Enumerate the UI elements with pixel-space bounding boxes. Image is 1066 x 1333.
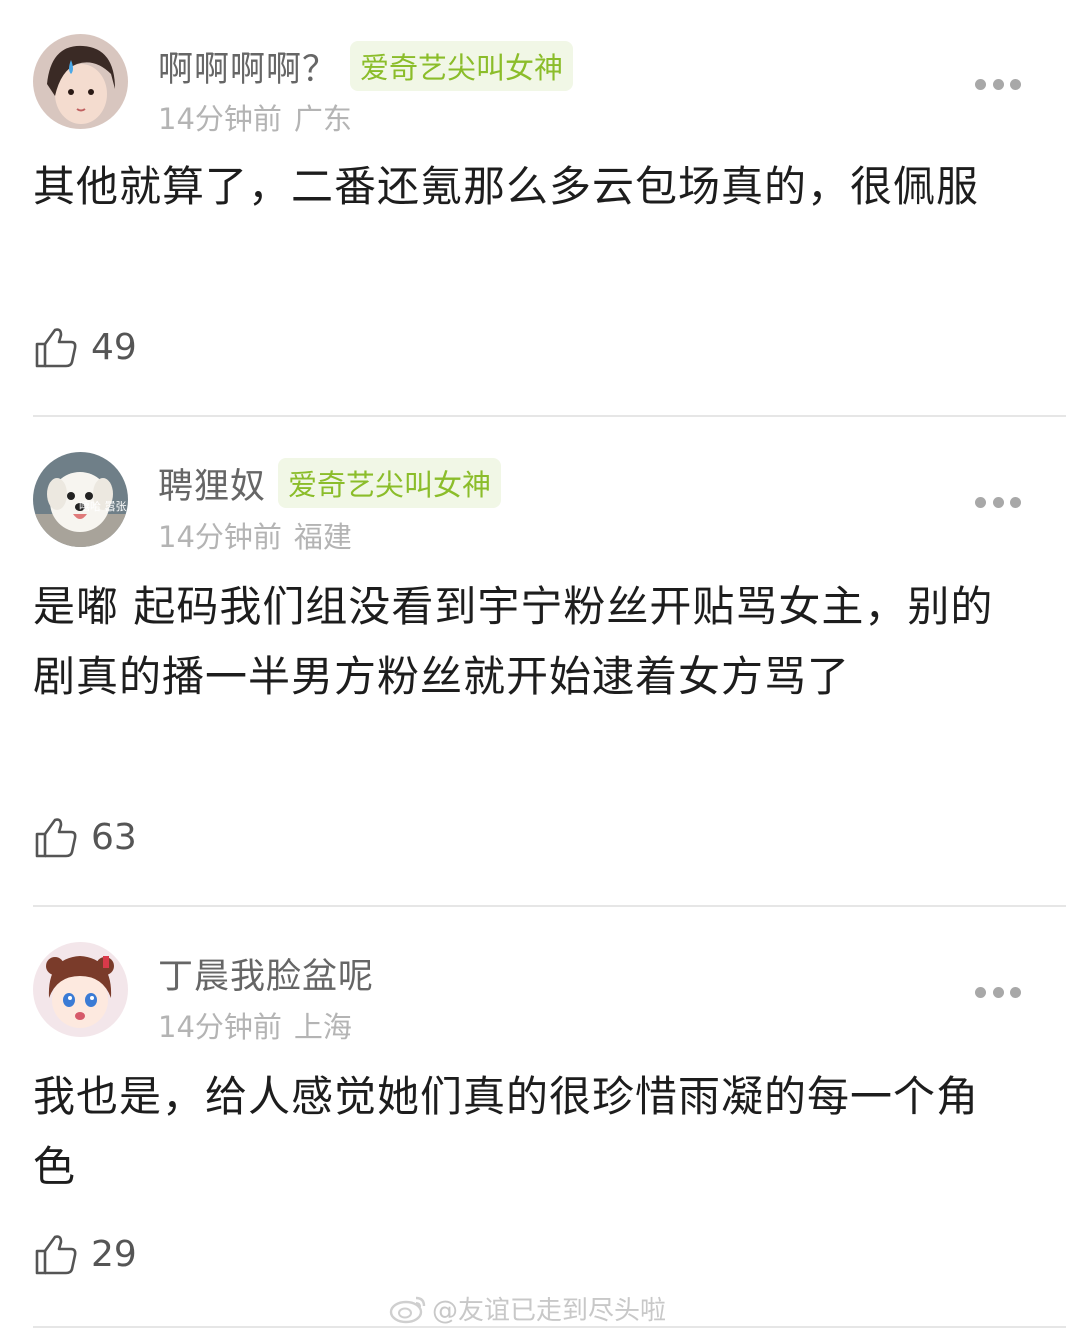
girl-portrait-avatar-icon <box>33 34 128 129</box>
more-options-icon[interactable] <box>975 985 1021 999</box>
comment-meta: 14分钟前 广东 <box>158 96 352 138</box>
comment-text: 其他就算了，二番还氪那么多云包场真的，很佩服 <box>33 162 980 211</box>
dog-avatar-icon: 嘻哈 嚣张 <box>33 452 128 547</box>
thumbs-up-icon <box>35 818 77 858</box>
thumbs-up-icon <box>35 1235 77 1275</box>
comment-meta: 14分钟前 上海 <box>158 1004 352 1046</box>
name-row: 啊啊啊啊？ 爱奇艺尖叫女神 <box>158 41 574 92</box>
avatar[interactable] <box>33 34 128 129</box>
name-row: 丁晨我脸盆呢 <box>158 948 374 998</box>
avatar-caption: 嘻哈 嚣张 <box>79 500 127 513</box>
comment-meta: 14分钟前 福建 <box>158 514 352 556</box>
like-button[interactable]: 29 <box>33 1229 137 1279</box>
like-count: 29 <box>91 1233 137 1275</box>
avatar[interactable] <box>33 942 128 1037</box>
weibo-logo-icon <box>389 1296 426 1324</box>
comment-location: 上海 <box>293 1010 352 1044</box>
divider <box>33 415 1066 417</box>
thumbs-up-icon <box>35 328 77 368</box>
user-badge[interactable]: 爱奇艺尖叫女神 <box>278 458 502 508</box>
name-row: 聘狸奴 爱奇艺尖叫女神 <box>158 458 502 509</box>
like-count: 63 <box>91 816 137 858</box>
comment-text: 我也是，给人感觉她们真的很珍惜雨凝的每一个角色 <box>33 1072 980 1191</box>
user-badge[interactable]: 爱奇艺尖叫女神 <box>350 41 574 91</box>
comment-location: 广东 <box>293 102 352 136</box>
username[interactable]: 啊啊啊啊？ <box>158 41 338 92</box>
divider <box>33 905 1066 907</box>
comment-time: 14分钟前 <box>158 1010 282 1044</box>
comment-location: 福建 <box>293 520 352 554</box>
avatar[interactable]: 嘻哈 嚣张 <box>33 452 128 547</box>
username[interactable]: 丁晨我脸盆呢 <box>158 948 374 999</box>
more-options-icon[interactable] <box>975 495 1021 509</box>
watermark-text: @友谊已走到尽头啦 <box>432 1295 667 1326</box>
like-count: 49 <box>91 326 137 368</box>
cartoon-girl-avatar-icon <box>33 942 128 1037</box>
comment-time: 14分钟前 <box>158 102 282 136</box>
more-options-icon[interactable] <box>975 77 1021 91</box>
username[interactable]: 聘狸奴 <box>158 458 266 509</box>
like-button[interactable]: 63 <box>33 812 137 862</box>
like-button[interactable]: 49 <box>33 322 137 372</box>
comment-time: 14分钟前 <box>158 520 282 554</box>
comment-text: 是嘟 起码我们组没看到宇宁粉丝开贴骂女主，别的剧真的播一半男方粉丝就开始逮着女方… <box>33 582 994 701</box>
watermark: @友谊已走到尽头啦 <box>388 1290 666 1326</box>
